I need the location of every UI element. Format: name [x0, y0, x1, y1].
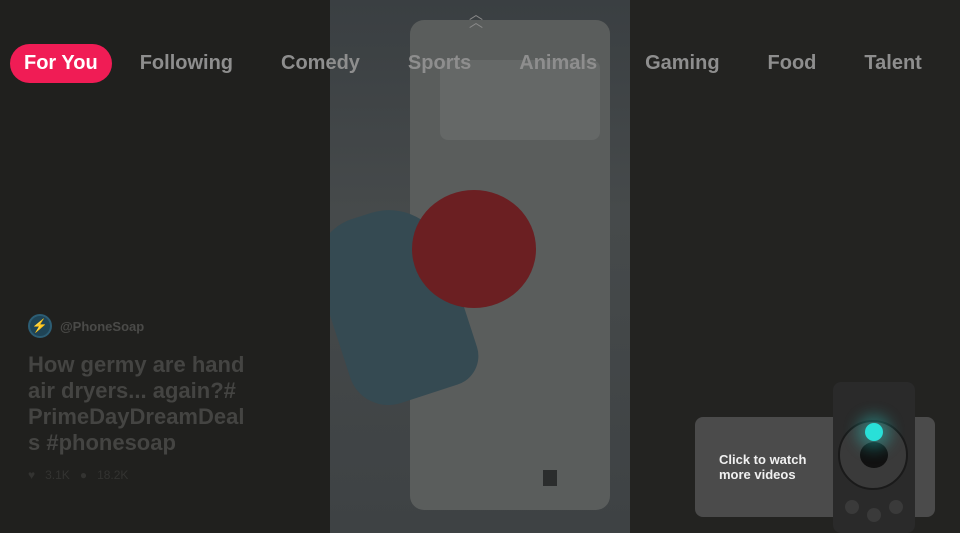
- like-count: 3.1K: [45, 468, 70, 482]
- remote-highlight-icon: [865, 423, 883, 441]
- tooltip-line-1: Click to watch: [719, 452, 807, 467]
- remote-button-icon: [845, 500, 859, 514]
- video-stats: ♥ 3.1K ● 18.2K: [28, 468, 248, 482]
- tab-gaming[interactable]: Gaming: [645, 52, 719, 75]
- tab-sports[interactable]: Sports: [408, 52, 471, 75]
- remote-button-icon: [889, 500, 903, 514]
- video-info: ⚡ @PhoneSoap How germy are hand air drye…: [28, 314, 248, 482]
- comment-icon: ●: [79, 468, 88, 482]
- author[interactable]: ⚡ @PhoneSoap: [28, 314, 248, 338]
- tooltip-text: Click to watch more videos: [719, 452, 806, 482]
- avatar: ⚡: [28, 314, 52, 338]
- video-frame-detail: [543, 470, 557, 486]
- tab-following[interactable]: Following: [140, 52, 233, 75]
- remote-button-icon: [867, 508, 881, 522]
- video-title: How germy are hand air dryers... again?#…: [28, 352, 245, 455]
- tab-food[interactable]: Food: [768, 52, 817, 75]
- tab-talent[interactable]: Talent: [864, 52, 921, 75]
- remote-select-button-icon: [860, 442, 888, 468]
- tab-comedy[interactable]: Comedy: [281, 52, 360, 75]
- video-frame-dish: [412, 190, 536, 308]
- tab-for-you[interactable]: For You: [10, 44, 112, 83]
- heart-icon: ♥: [28, 468, 36, 482]
- tooltip-line-2: more videos: [719, 467, 796, 482]
- comment-count: 18.2K: [97, 468, 129, 482]
- author-handle: @PhoneSoap: [60, 318, 145, 334]
- double-chevron-up-icon[interactable]: ︿ ︿: [469, 7, 483, 29]
- tab-animals[interactable]: Animals: [519, 52, 597, 75]
- category-tabs: For You Following Comedy Sports Animals …: [10, 44, 960, 83]
